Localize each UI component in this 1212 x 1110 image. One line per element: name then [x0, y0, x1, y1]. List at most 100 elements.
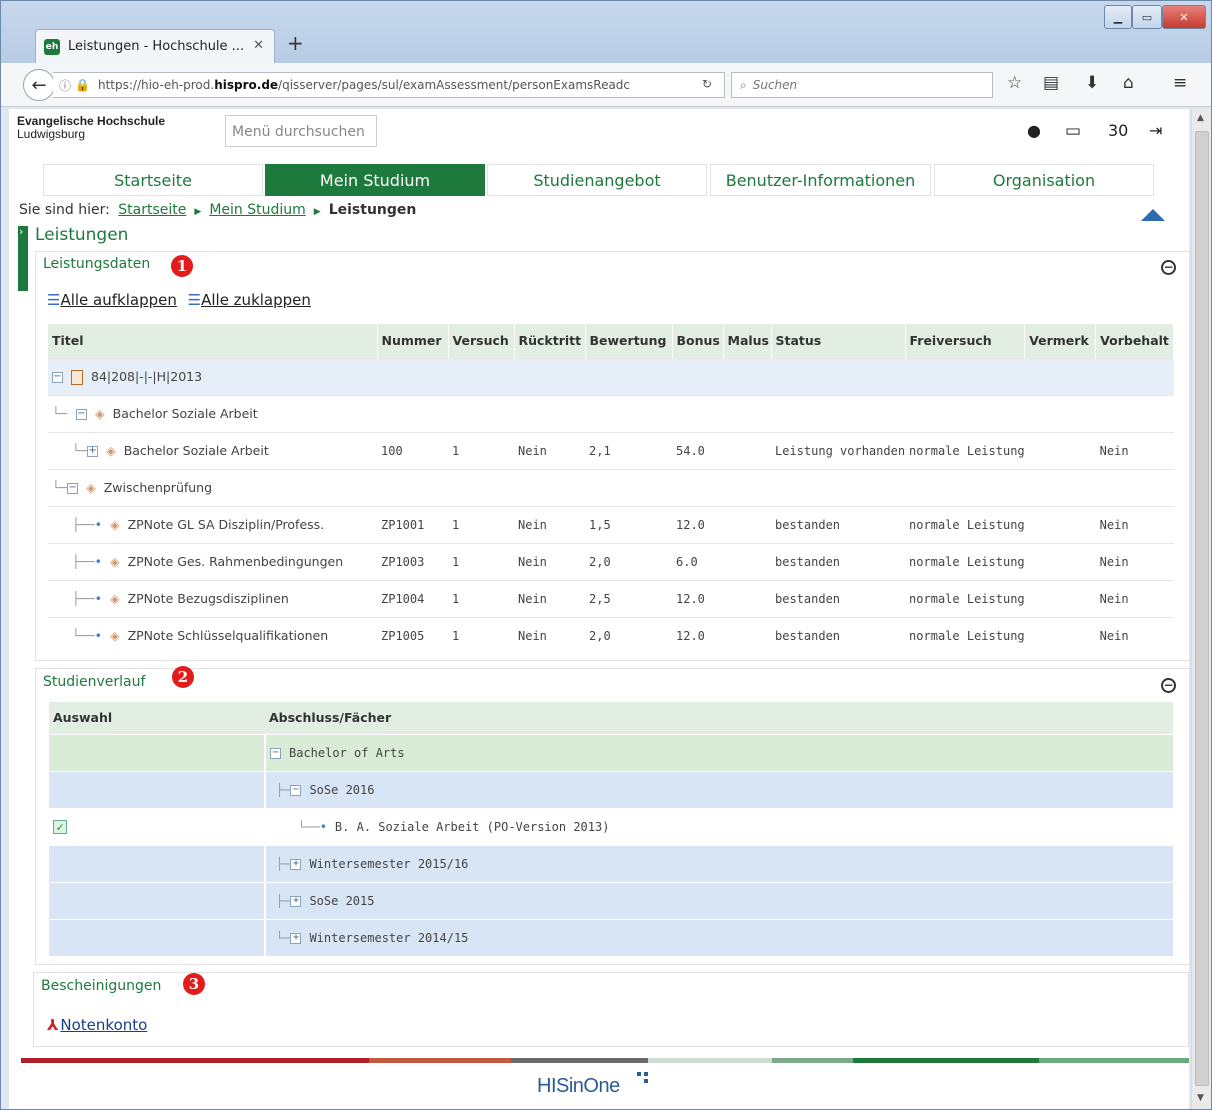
- table-row[interactable]: ├─ + Wintersemester 2015/16: [49, 844, 1173, 882]
- table-row[interactable]: └─ − ◈ Bachelor Soziale Arbeit: [48, 394, 1174, 432]
- selection-cell: [49, 881, 266, 919]
- table-row[interactable]: ├──• ◈ ZPNote GL SA Disziplin/Profess. ZP1…: [48, 505, 1174, 543]
- cell-status: bestanden: [771, 579, 906, 617]
- scrollbar[interactable]: ▲ ▼: [1191, 109, 1211, 1109]
- browser-tab[interactable]: eh Leistungen - Hochschule ... ✕: [35, 29, 275, 63]
- column-header: Bonus: [672, 324, 724, 358]
- nav-mein-studium[interactable]: Mein Studium: [265, 164, 485, 196]
- nav-startseite[interactable]: Startseite: [43, 164, 263, 196]
- cell-ruecktritt: Nein: [514, 505, 585, 543]
- collapse-header-icon[interactable]: [1141, 209, 1165, 221]
- hisinone-logo[interactable]: HISinOne: [537, 1072, 648, 1098]
- notenkonto-link[interactable]: ⅄ Notenkonto: [47, 1016, 147, 1034]
- collapse-all-link[interactable]: Alle zuklappen: [201, 291, 311, 309]
- studienverlauf-title[interactable]: Studienverlauf: [43, 674, 145, 690]
- institution-logo[interactable]: Evangelische Hochschule Ludwigsburg: [17, 115, 165, 141]
- table-row[interactable]: ├─ − SoSe 2016: [49, 770, 1173, 808]
- table-row[interactable]: ✓ └──• B. A. Soziale Arbeit (PO-Version 2…: [49, 807, 1173, 845]
- tree-connector: └─: [52, 406, 68, 421]
- expand-all-link[interactable]: Alle aufklappen: [60, 291, 176, 309]
- breadcrumb-link-startseite[interactable]: Startseite: [118, 202, 186, 218]
- collapse-node-icon[interactable]: −: [76, 409, 87, 420]
- footer-stripe: [772, 1058, 853, 1063]
- back-icon[interactable]: ←: [23, 69, 55, 101]
- collapse-node-icon[interactable]: −: [290, 784, 302, 796]
- minimize-button[interactable]: ▁: [1104, 5, 1132, 29]
- reading-list-icon[interactable]: ▤: [1043, 73, 1059, 93]
- table-row[interactable]: ├─ + SoSe 2015: [49, 881, 1173, 919]
- browser-search-input[interactable]: ⌕ Suchen: [731, 72, 993, 98]
- hisinone-logo-text: HISinOne: [537, 1075, 620, 1097]
- menu-search-input[interactable]: Menü durchsuchen: [225, 115, 377, 147]
- table-row[interactable]: └──• ◈ ZPNote Schlüsselqualifikationen ZP1…: [48, 616, 1174, 654]
- column-header: Nummer: [377, 324, 449, 358]
- scroll-down-icon[interactable]: ▼: [1197, 1093, 1204, 1103]
- bookmark-star-icon[interactable]: ☆: [1007, 73, 1022, 93]
- cell-vermerk: [1024, 616, 1096, 654]
- logo-dot: [637, 1072, 641, 1076]
- tag-icon: ◈: [109, 554, 120, 569]
- collapse-node-icon[interactable]: −: [67, 483, 79, 494]
- expand-node-icon[interactable]: +: [290, 858, 302, 870]
- tree-node-label: Wintersemester 2015/16: [309, 856, 469, 871]
- reload-icon[interactable]: ↻: [702, 77, 712, 91]
- table-row[interactable]: └─− ◈ Zwischenprüfung: [48, 468, 1174, 506]
- sidebar-toggle[interactable]: ›: [18, 225, 28, 291]
- collapse-panel-icon[interactable]: −: [1161, 678, 1176, 693]
- checkmark-icon[interactable]: ✓: [53, 819, 67, 834]
- table-row[interactable]: ├──• ◈ ZPNote Ges. Rahmenbedingungen ZP100…: [48, 542, 1174, 580]
- selection-cell: ✓: [49, 807, 266, 845]
- pdf-icon: ⅄: [47, 1016, 59, 1034]
- table-row[interactable]: − 84|208|-|-|H|2013: [48, 357, 1174, 395]
- collapse-node-icon[interactable]: −: [270, 747, 281, 759]
- table-row[interactable]: − Bachelor of Arts: [49, 733, 1173, 771]
- notenkonto-label: Notenkonto: [60, 1016, 148, 1034]
- table-row[interactable]: └─ + Wintersemester 2014/15: [49, 918, 1173, 956]
- cell-vermerk: [1024, 579, 1096, 617]
- new-tab-icon[interactable]: +: [287, 31, 304, 55]
- tree-connector: ├─: [276, 893, 291, 908]
- expand-node-icon[interactable]: +: [87, 446, 99, 457]
- tag-icon: ◈: [109, 517, 120, 532]
- cell-bewertung: 2,5: [585, 579, 672, 617]
- column-header: Rücktritt: [514, 324, 586, 358]
- expand-node-icon[interactable]: +: [290, 895, 302, 907]
- table-row[interactable]: ├──• ◈ ZPNote Bezugsdisziplinen ZP1004 1 N…: [48, 579, 1174, 617]
- leaf-node-icon: •: [94, 591, 102, 606]
- nav-organisation[interactable]: Organisation: [934, 164, 1154, 196]
- url-bar[interactable]: ⓘ 🔒 https://hio-eh-prod.hispro.de/qisser…: [53, 72, 725, 98]
- maximize-button[interactable]: ▭: [1132, 5, 1162, 29]
- collapse-node-icon[interactable]: −: [52, 371, 63, 383]
- tree-connector: ├─: [276, 856, 291, 871]
- row-title: ZPNote Bezugsdisziplinen: [127, 591, 289, 606]
- cell-nummer: ZP1003: [377, 542, 448, 580]
- user-icon[interactable]: ●: [1027, 121, 1041, 140]
- logout-icon[interactable]: ⇥: [1149, 121, 1162, 140]
- nav-studienangebot[interactable]: Studienangebot: [487, 164, 707, 196]
- selection-cell: [49, 733, 266, 771]
- home-icon[interactable]: ⌂: [1123, 73, 1134, 93]
- row-title: ZPNote GL SA Disziplin/Profess.: [127, 517, 325, 532]
- cell-bewertung: 2,1: [585, 431, 672, 469]
- breadcrumb-separator-icon: ▶: [313, 207, 321, 217]
- cell-malus: [723, 431, 771, 469]
- expand-node-icon[interactable]: +: [290, 932, 302, 944]
- menu-icon[interactable]: ≡: [1173, 73, 1187, 93]
- leistungsdaten-table: Titel Nummer Versuch Rücktritt Bewertung…: [48, 324, 1174, 654]
- scrollbar-thumb[interactable]: [1195, 131, 1209, 1086]
- scroll-up-icon[interactable]: ▲: [1197, 113, 1204, 123]
- download-icon[interactable]: ⬇: [1085, 73, 1099, 93]
- cell-vorbehalt: Nein: [1095, 542, 1174, 580]
- close-window-button[interactable]: ✕: [1162, 5, 1206, 29]
- table-row[interactable]: └─+ ◈ Bachelor Soziale Arbeit 100 1 Nein 2…: [48, 431, 1174, 469]
- message-icon[interactable]: ▭: [1065, 121, 1081, 141]
- nav-benutzer-informationen[interactable]: Benutzer-Informationen: [710, 164, 931, 196]
- breadcrumb-link-mein-studium[interactable]: Mein Studium: [209, 202, 305, 218]
- collapse-panel-icon[interactable]: −: [1161, 260, 1176, 275]
- tab-close-icon[interactable]: ✕: [253, 38, 264, 53]
- bescheinigungen-title[interactable]: Bescheinigungen: [41, 978, 161, 994]
- leistungsdaten-title[interactable]: Leistungsdaten: [43, 256, 150, 272]
- tab-title: Leistungen - Hochschule ...: [68, 39, 245, 54]
- info-icon[interactable]: ⓘ: [59, 77, 71, 94]
- tree-connector: └─: [276, 930, 291, 945]
